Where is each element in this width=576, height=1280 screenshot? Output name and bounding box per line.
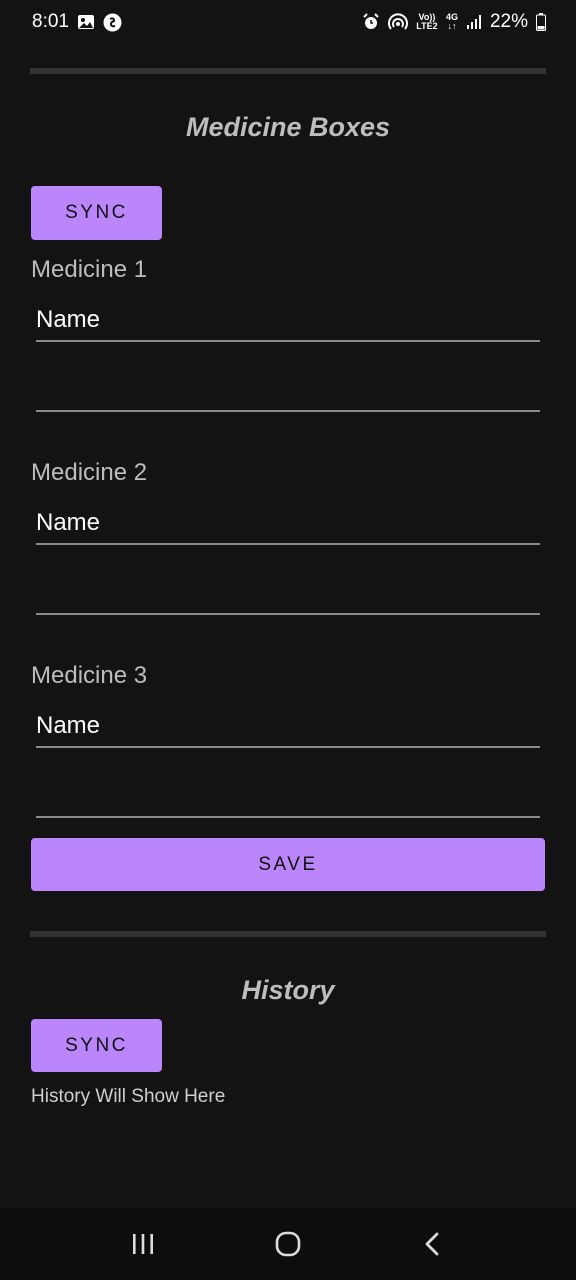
- medicine-3-name-input[interactable]: [36, 712, 540, 746]
- medicine-2-label: Medicine 2: [31, 459, 148, 486]
- shazam-icon: [103, 13, 122, 32]
- history-sync-button[interactable]: SYNC: [31, 1019, 162, 1072]
- history-title: History: [241, 975, 335, 1005]
- divider-history: [30, 931, 546, 937]
- alarm-icon: [362, 13, 380, 31]
- home-icon[interactable]: [258, 1219, 318, 1269]
- battery-icon: [536, 13, 546, 31]
- recents-icon[interactable]: [113, 1219, 173, 1269]
- medicine-1-label: Medicine 1: [31, 256, 148, 283]
- image-icon: [77, 14, 95, 30]
- navigation-bar: [0, 1208, 576, 1280]
- hotspot-icon: [388, 13, 408, 31]
- medicine-sync-button[interactable]: SYNC: [31, 186, 162, 240]
- medicine-3-label: Medicine 3: [31, 662, 148, 689]
- medicine-2-name-input[interactable]: [36, 509, 540, 543]
- status-time: 8:01: [32, 11, 69, 32]
- status-right: Vo)) LTE2 4G ↓↑ 22%: [362, 11, 546, 33]
- medicine-3-second-field[interactable]: [36, 782, 540, 818]
- medicine-1-second-field[interactable]: [36, 376, 540, 412]
- medicine-1-name-input[interactable]: [36, 306, 540, 340]
- battery-percent: 22%: [489, 11, 528, 32]
- medicine-3-second-input[interactable]: [36, 782, 540, 816]
- medicine-2-second-input[interactable]: [36, 579, 540, 613]
- back-icon[interactable]: [403, 1219, 463, 1269]
- medicine-2-second-field[interactable]: [36, 579, 540, 615]
- data-arrows-icon: ↓↑: [447, 21, 457, 31]
- status-bar: 8:01 Vo)) LTE2 4G ↓↑ 22%: [0, 0, 576, 44]
- medicine-1-second-input[interactable]: [36, 376, 540, 410]
- medicine-1-name-field[interactable]: [36, 306, 540, 342]
- volte-icon: Vo)) LTE2: [416, 12, 438, 31]
- medicine-boxes-title: Medicine Boxes: [185, 112, 391, 142]
- medicine-3-name-field[interactable]: [36, 712, 540, 748]
- history-placeholder-text: History Will Show Here: [31, 1086, 226, 1107]
- 4g-icon: 4G ↓↑: [445, 12, 458, 31]
- signal-icon: [466, 14, 482, 30]
- medicine-2-name-field[interactable]: [36, 509, 540, 545]
- divider-top: [30, 68, 546, 74]
- save-button[interactable]: SAVE: [31, 838, 545, 891]
- status-left: 8:01: [32, 11, 122, 33]
